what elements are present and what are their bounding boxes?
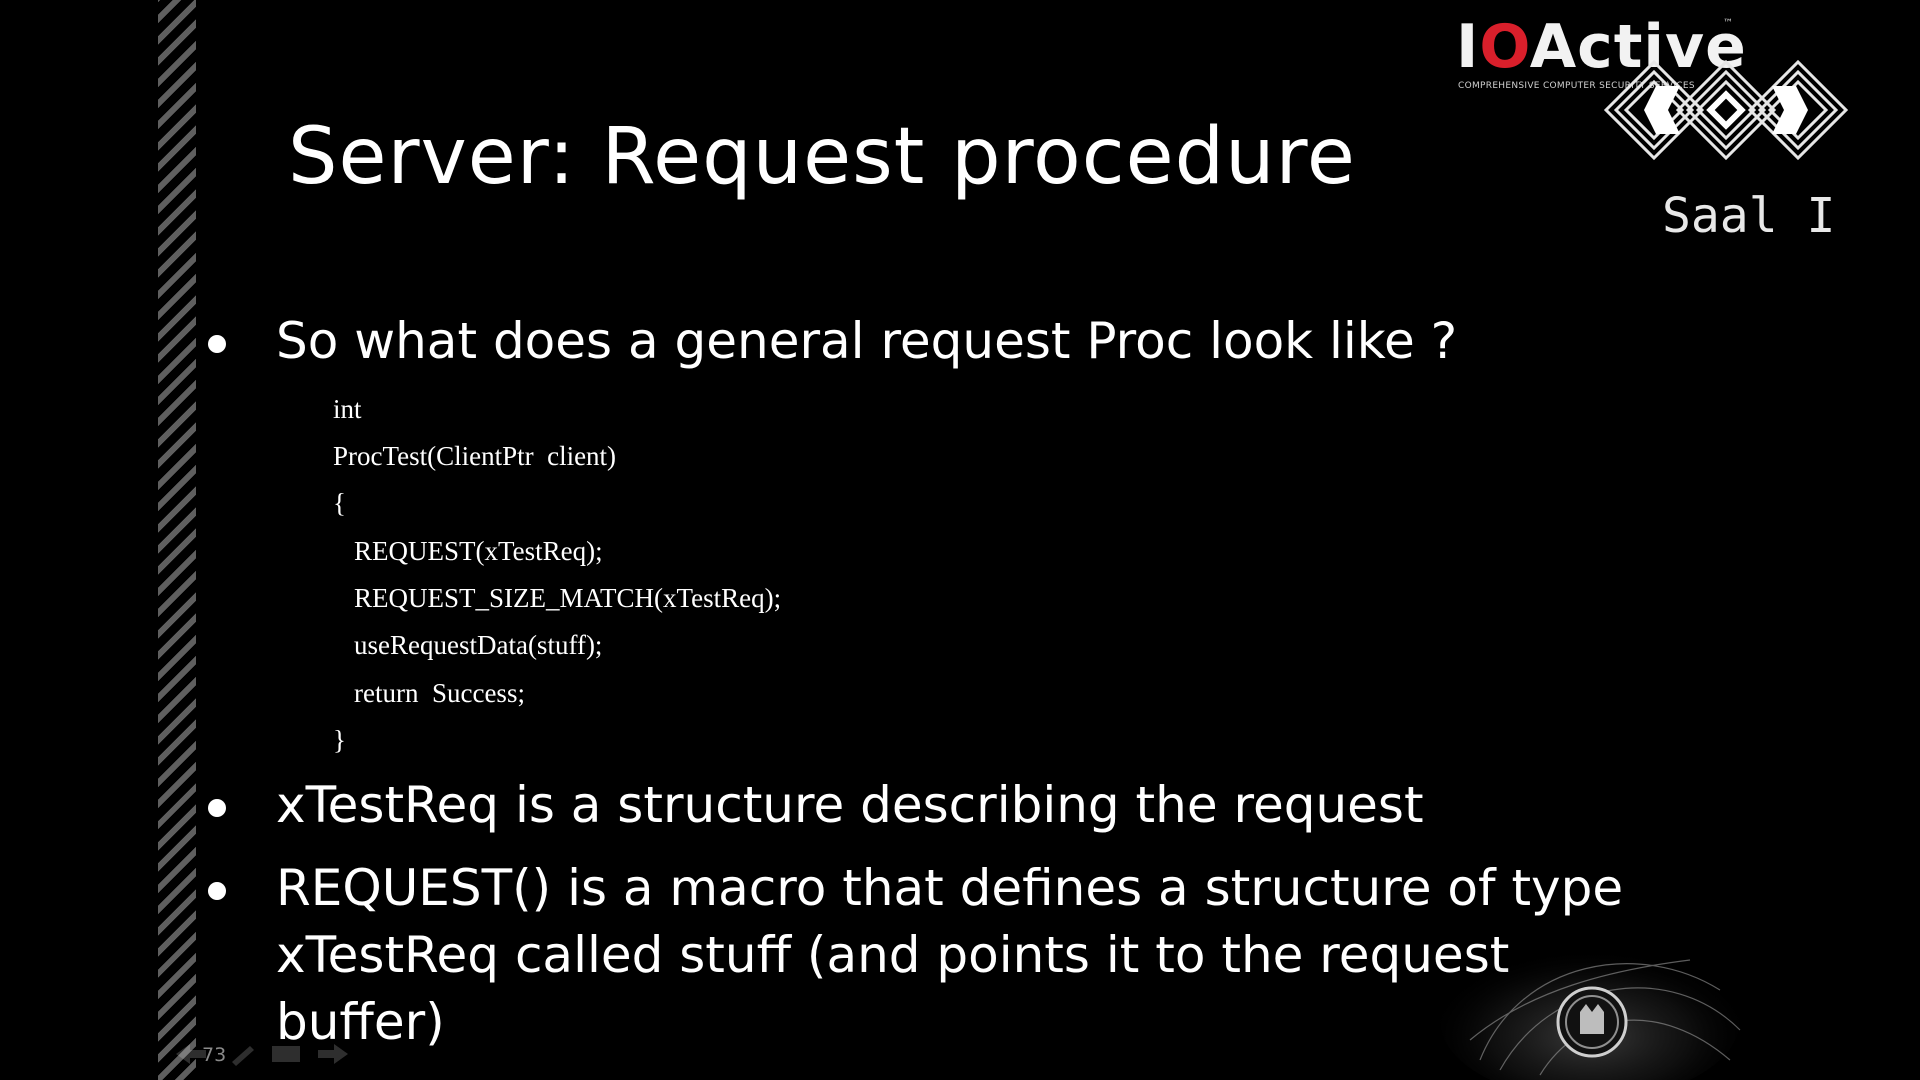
code-line: return Success;: [354, 678, 525, 708]
menu-icon[interactable]: [272, 1046, 300, 1062]
chaos-communication-congress-icon: [1603, 59, 1849, 161]
code-line: ProcTest(ClientPtr client): [333, 441, 617, 471]
code-line: REQUEST_SIZE_MATCH(xTestReq);: [354, 583, 782, 613]
presentation-slide: Server: Request procedure IOActive ™ COM…: [0, 0, 1920, 1080]
bullet-dot: [208, 335, 226, 353]
slide-navigation[interactable]: [172, 1040, 352, 1068]
bullet-text: REQUEST() is a macro that defines a stru…: [276, 859, 1624, 917]
code-line: int: [333, 394, 362, 424]
decorative-stripe-bar: [158, 0, 196, 1080]
bullet-text: So what does a general request Proc look…: [276, 312, 1458, 370]
logo-area: IOActive ™ COMPREHENSIVE COMPUTER SECURI…: [1440, 10, 1860, 244]
logo-trademark: ™: [1723, 18, 1733, 29]
logo-letter-o: O: [1479, 12, 1530, 82]
bullet-text: xTestReq is a structure describing the r…: [276, 776, 1424, 834]
emblem-icon: [1440, 940, 1741, 1080]
slide-title: Server: Request procedure: [288, 112, 1356, 202]
page-number: 73: [202, 1044, 227, 1066]
bullet-dot: [208, 799, 226, 817]
next-slide-icon[interactable]: [318, 1044, 348, 1064]
code-line: {: [333, 488, 346, 518]
bullet-text-continued: xTestReq called stuff (and points it to …: [276, 926, 1510, 984]
code-line: useRequestData(stuff);: [354, 630, 603, 660]
code-line: REQUEST(xTestReq);: [354, 536, 603, 566]
pen-icon[interactable]: [232, 1046, 254, 1066]
code-line: }: [333, 725, 346, 755]
bullet-dot: [208, 882, 226, 900]
venue-label: Saal I: [1662, 188, 1836, 244]
logo-letter-i: I: [1456, 12, 1480, 82]
